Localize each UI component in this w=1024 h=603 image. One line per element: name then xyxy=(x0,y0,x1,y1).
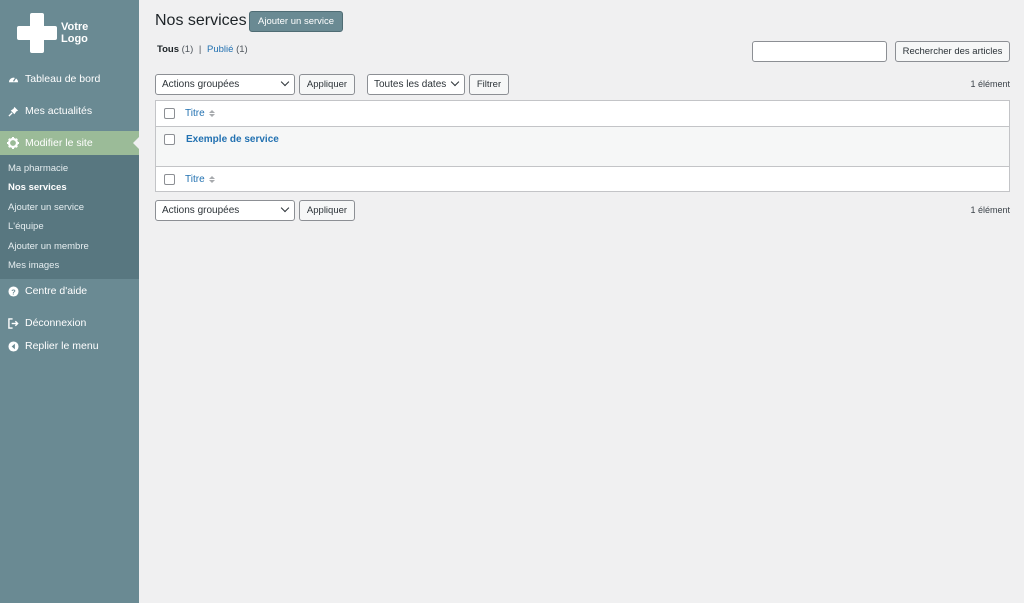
item-count: 1 élément xyxy=(970,79,1010,89)
submenu-item-pharmacy[interactable]: Ma pharmacie xyxy=(8,163,68,174)
collapse-menu-button[interactable]: Replier le menu xyxy=(0,334,139,358)
bulk-actions-select[interactable]: Actions groupées xyxy=(155,74,295,95)
sidebar-item-news[interactable]: Mes actualités xyxy=(0,99,139,123)
table-row: Exemple de service xyxy=(156,126,1009,167)
bulk-actions-value: Actions groupées xyxy=(162,205,240,216)
submenu-item-images[interactable]: Mes images xyxy=(8,260,59,271)
logo-line-1: Votre xyxy=(61,21,89,33)
bulk-actions-value: Actions groupées xyxy=(162,79,240,90)
sidebar-item-logout[interactable]: Déconnexion xyxy=(0,311,139,335)
logo-text: Votre Logo xyxy=(61,21,101,45)
apply-button[interactable]: Appliquer xyxy=(299,74,355,95)
logout-icon xyxy=(7,317,19,329)
row-checkbox[interactable] xyxy=(164,134,175,145)
item-count-bottom: 1 élément xyxy=(970,205,1010,215)
gear-icon xyxy=(7,137,19,149)
sort-icon xyxy=(208,176,215,183)
svg-text:?: ? xyxy=(11,287,16,296)
site-logo[interactable]: Votre Logo xyxy=(17,13,127,53)
sort-icon xyxy=(208,110,215,117)
submenu-item-add-member[interactable]: Ajouter un membre xyxy=(8,241,89,252)
select-all-checkbox[interactable] xyxy=(164,108,175,119)
sidebar-item-help[interactable]: ? Centre d'aide xyxy=(0,279,139,303)
column-title-sort-footer[interactable]: Titre xyxy=(185,174,215,185)
table-header: Titre xyxy=(156,101,1009,126)
submenu-item-services[interactable]: Nos services xyxy=(8,182,67,193)
status-filters: Tous (1) | Publié (1) xyxy=(157,44,248,55)
collapse-icon xyxy=(7,340,19,352)
search-input[interactable] xyxy=(752,41,887,62)
cross-logo-icon xyxy=(17,13,57,53)
sidebar-item-label: Mes actualités xyxy=(25,105,93,117)
logo-line-2: Logo xyxy=(61,33,88,45)
row-title-link[interactable]: Exemple de service xyxy=(186,134,279,145)
dates-value: Toutes les dates xyxy=(374,79,447,90)
filter-published-count: (1) xyxy=(236,44,248,55)
chevron-down-icon xyxy=(450,77,460,87)
column-title-label: Titre xyxy=(185,108,205,119)
pin-icon xyxy=(7,105,19,117)
sidebar-item-label: Replier le menu xyxy=(25,340,99,352)
filter-button[interactable]: Filtrer xyxy=(469,74,509,95)
filter-all-count: (1) xyxy=(181,44,194,55)
apply-button-bottom[interactable]: Appliquer xyxy=(299,200,355,221)
admin-sidebar: Votre Logo Tableau de bord Mes actualité… xyxy=(0,0,139,603)
table-footer: Titre xyxy=(156,167,1009,192)
column-title-sort[interactable]: Titre xyxy=(185,108,215,119)
services-table: Titre Exemple de service Titre xyxy=(155,100,1010,192)
sidebar-item-edit-site[interactable]: Modifier le site xyxy=(0,131,139,155)
sidebar-item-dashboard[interactable]: Tableau de bord xyxy=(0,67,139,91)
sidebar-item-label: Tableau de bord xyxy=(25,73,101,85)
bulk-actions-select-bottom[interactable]: Actions groupées xyxy=(155,200,295,221)
chevron-down-icon xyxy=(280,203,290,213)
column-title-label: Titre xyxy=(185,174,205,185)
sidebar-item-label: Modifier le site xyxy=(25,137,93,149)
sidebar-submenu: Ma pharmacie Nos services Ajouter un ser… xyxy=(0,155,139,279)
sidebar-item-label: Déconnexion xyxy=(25,317,87,329)
add-service-button[interactable]: Ajouter un service xyxy=(249,11,344,32)
chevron-down-icon xyxy=(280,77,290,87)
help-icon: ? xyxy=(7,285,19,297)
filter-separator: | xyxy=(198,44,202,55)
dashboard-icon xyxy=(7,73,19,85)
filter-all[interactable]: Tous xyxy=(157,44,179,55)
search-button[interactable]: Rechercher des articles xyxy=(895,41,1010,62)
page-title: Nos services xyxy=(155,12,247,29)
submenu-item-add-service[interactable]: Ajouter un service xyxy=(8,202,84,213)
select-all-checkbox-footer[interactable] xyxy=(164,174,175,185)
submenu-item-team[interactable]: L'équipe xyxy=(8,221,44,232)
filter-published[interactable]: Publié xyxy=(207,44,233,55)
main-content: Nos services Ajouter un service Tous (1)… xyxy=(139,0,1024,603)
sidebar-item-label: Centre d'aide xyxy=(25,285,88,297)
dates-select[interactable]: Toutes les dates xyxy=(367,74,465,95)
